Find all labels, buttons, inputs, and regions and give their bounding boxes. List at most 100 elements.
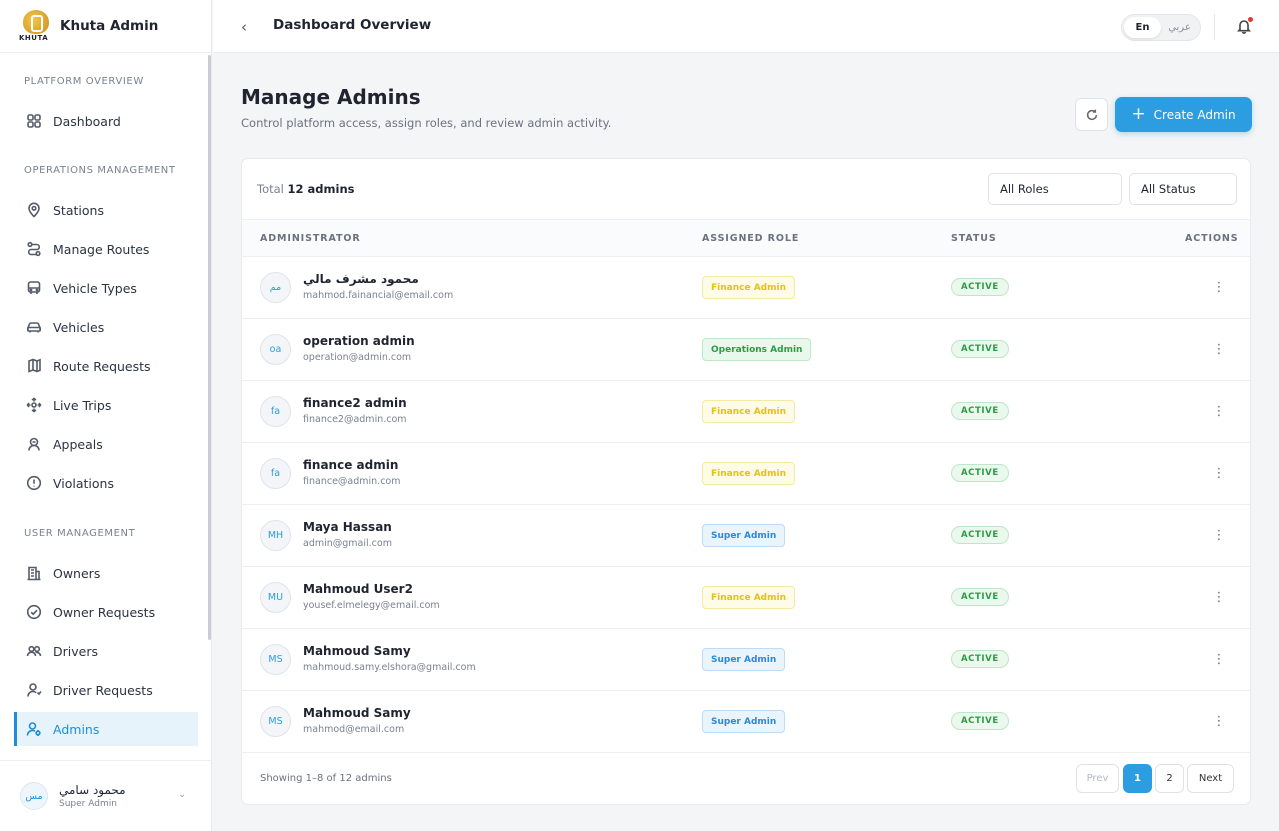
sidebar-item-owners[interactable]: Owners (14, 556, 198, 590)
divider (1214, 14, 1215, 40)
avatar: MU (260, 582, 291, 613)
grid-icon (26, 113, 42, 129)
table-row[interactable]: fa finance admin finance@admin.com Finance … (242, 443, 1250, 505)
sidebar-item-label: Route Requests (53, 358, 151, 374)
page-subtitle: Control platform access, assign roles, a… (241, 116, 612, 130)
page-2-button[interactable]: 2 (1155, 764, 1184, 793)
admin-email: mahmod.fainancial@email.com (303, 290, 454, 301)
avatar: MS (260, 644, 291, 675)
more-actions-icon[interactable]: ⋮ (1212, 402, 1226, 422)
sidebar-item-drivers[interactable]: Drivers (14, 634, 198, 668)
status-badge: ACTIVE (951, 340, 1009, 358)
topbar: ‹ Dashboard Overview En عربي (213, 0, 1279, 53)
lang-en-option[interactable]: En (1124, 17, 1161, 38)
admin-email: operation@admin.com (303, 352, 412, 363)
table-row[interactable]: oa operation admin operation@admin.com Oper… (242, 319, 1250, 381)
more-actions-icon[interactable]: ⋮ (1212, 712, 1226, 732)
prev-page-button[interactable]: Prev (1076, 764, 1119, 793)
sidebar-item-live-trips[interactable]: Live Trips (14, 388, 198, 422)
sidebar-item-manage-routes[interactable]: Manage Routes (14, 232, 198, 266)
table-row[interactable]: fa finance2 admin finance2@admin.com Financ… (242, 381, 1250, 443)
alert-circle-icon (26, 475, 42, 491)
more-actions-icon[interactable]: ⋮ (1212, 278, 1226, 298)
chevron-down-icon[interactable]: ⌄ (178, 789, 186, 800)
plus-icon: + (1131, 104, 1146, 124)
user-role: Super Admin (59, 799, 117, 809)
car-icon (26, 319, 42, 335)
sidebar: KHUTA Khuta Admin PLATFORM OVERVIEW OPER… (0, 0, 212, 831)
card-toolbar: Total 12 admins All Roles All Status (242, 159, 1250, 220)
lang-ar-option[interactable]: عربي (1161, 17, 1198, 38)
section-title-user-management: USER MANAGEMENT (24, 528, 136, 539)
khuta-logo: KHUTA (19, 10, 52, 42)
column-header-status: STATUS (951, 233, 997, 244)
status-badge: ACTIVE (951, 278, 1009, 296)
more-actions-icon[interactable]: ⋮ (1212, 588, 1226, 608)
admin-name: Mahmoud Samy (303, 644, 411, 658)
table-footer: Showing 1–8 of 12 admins Prev 1 2 Next (242, 752, 1250, 804)
role-badge: Finance Admin (702, 400, 795, 423)
language-toggle[interactable]: En عربي (1121, 14, 1201, 41)
sidebar-item-vehicles[interactable]: Vehicles (14, 310, 198, 344)
appeals-icon (26, 436, 42, 452)
sidebar-item-label: Manage Routes (53, 241, 150, 257)
total-prefix: Total (257, 182, 284, 196)
admin-name: operation admin (303, 334, 415, 348)
route-icon (26, 241, 42, 257)
more-actions-icon[interactable]: ⋮ (1212, 650, 1226, 670)
next-page-button[interactable]: Next (1187, 764, 1234, 793)
sidebar-item-label: Stations (53, 202, 104, 218)
check-circle-icon (26, 604, 42, 620)
avatar: oa (260, 334, 291, 365)
avatar: مس (20, 782, 48, 810)
admin-name: Mahmoud User2 (303, 582, 413, 596)
table-row[interactable]: MU Mahmoud User2 yousef.elmelegy@email.com… (242, 567, 1250, 629)
sidebar-item-violations[interactable]: Violations (14, 466, 198, 500)
admin-name: محمود مشرف مالي (303, 272, 419, 286)
role-filter-select[interactable]: All Roles (988, 173, 1122, 205)
column-header-administrator: ADMINISTRATOR (260, 233, 361, 244)
sidebar-item-label: Admins (53, 721, 100, 737)
more-actions-icon[interactable]: ⋮ (1212, 340, 1226, 360)
more-actions-icon[interactable]: ⋮ (1212, 464, 1226, 484)
sidebar-item-stations[interactable]: Stations (14, 193, 198, 227)
user-request-icon (26, 682, 42, 698)
more-actions-icon[interactable]: ⋮ (1212, 526, 1226, 546)
sidebar-item-driver-requests[interactable]: Driver Requests (14, 673, 198, 707)
sidebar-item-appeals[interactable]: Appeals (14, 427, 198, 461)
admins-card: Total 12 admins All Roles All Status ADM… (241, 158, 1251, 805)
brand[interactable]: KHUTA Khuta Admin (0, 0, 211, 53)
status-filter-select[interactable]: All Status (1129, 173, 1237, 205)
role-badge: Super Admin (702, 524, 786, 547)
back-arrow-icon[interactable]: ‹ (241, 18, 247, 36)
notification-bell-icon[interactable] (1236, 17, 1253, 34)
sidebar-item-owner-requests[interactable]: Owner Requests (14, 595, 198, 629)
admin-name: finance2 admin (303, 396, 407, 410)
avatar: مم (260, 272, 291, 303)
role-badge: Super Admin (702, 648, 786, 671)
sidebar-item-dashboard[interactable]: Dashboard (14, 104, 198, 138)
table-row[interactable]: MS Mahmoud Samy mahmod@email.com Super Admi… (242, 691, 1250, 753)
sidebar-item-route-requests[interactable]: Route Requests (14, 349, 198, 383)
table-header: ADMINISTRATOR ASSIGNED ROLE STATUS ACTIO… (242, 220, 1250, 257)
current-user[interactable]: مس محمود سامي Super Admin ⌄ (0, 760, 212, 831)
bus-icon (26, 280, 42, 296)
status-badge: ACTIVE (951, 526, 1009, 544)
create-admin-button[interactable]: + Create Admin (1115, 97, 1252, 132)
total-count: Total 12 admins (257, 182, 354, 196)
total-value: 12 admins (287, 182, 355, 196)
refresh-icon (1086, 109, 1097, 120)
sidebar-scrollbar[interactable] (208, 55, 211, 640)
sidebar-item-vehicle-types[interactable]: Vehicle Types (14, 271, 198, 305)
table-row[interactable]: مم محمود مشرف مالي mahmod.fainancial@email… (242, 257, 1250, 319)
page-1-button[interactable]: 1 (1123, 764, 1152, 793)
create-admin-label: Create Admin (1153, 107, 1236, 122)
table-row[interactable]: MS Mahmoud Samy mahmoud.samy.elshora@gmail… (242, 629, 1250, 691)
sidebar-item-label: Vehicles (53, 319, 105, 335)
admin-name: finance admin (303, 458, 399, 472)
table-row[interactable]: MH Maya Hassan admin@gmail.com Super Admin A… (242, 505, 1250, 567)
sidebar-item-label: Violations (53, 475, 114, 491)
refresh-button[interactable] (1075, 98, 1108, 131)
admin-email: yousef.elmelegy@email.com (303, 600, 440, 611)
sidebar-item-admins[interactable]: Admins (14, 712, 198, 746)
